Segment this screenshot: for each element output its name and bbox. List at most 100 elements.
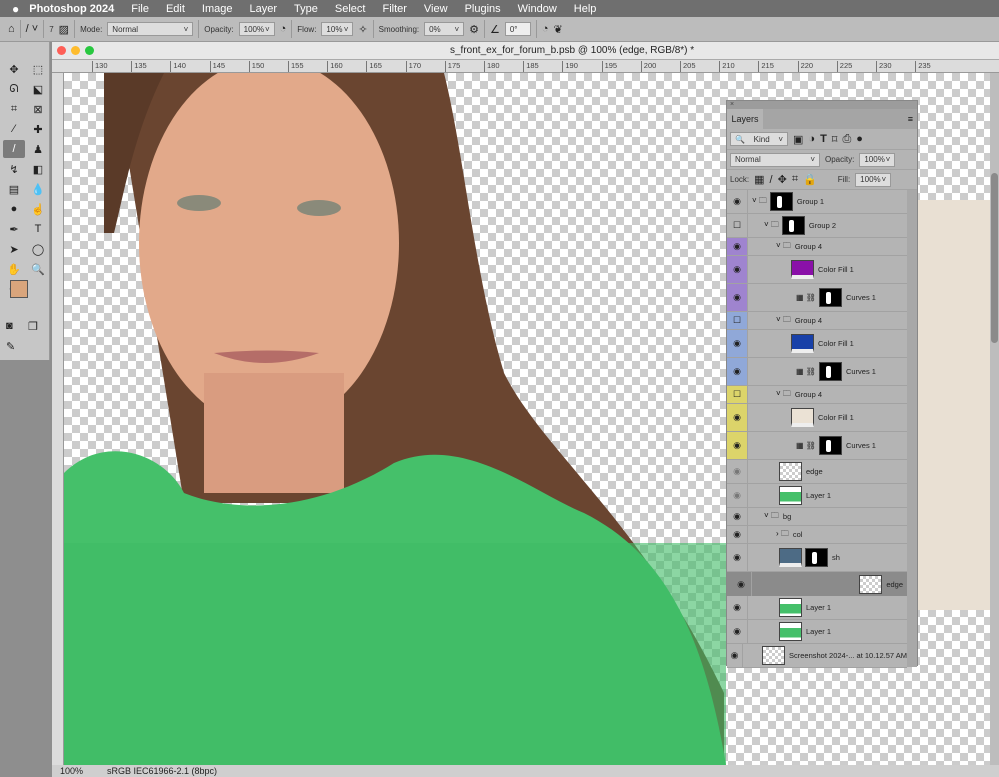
layer-row[interactable]: ☐ ˅ 🗀 Group 2 <box>727 214 907 238</box>
layer-row[interactable]: ◉ Screenshot 2024-... at 10.12.57 AM <box>727 644 907 668</box>
folder-icon[interactable]: ˅ 🗀 <box>752 195 767 209</box>
lock-position-icon[interactable]: ✥ <box>778 173 787 186</box>
layer-mask-thumbnail[interactable] <box>781 216 805 235</box>
layer-row[interactable]: ◉ Layer 1 <box>727 620 907 644</box>
layer-row[interactable]: ◉ Layer 1 <box>727 596 907 620</box>
lock-pixels-icon[interactable]: / <box>770 174 773 186</box>
vertical-ruler[interactable] <box>52 73 64 765</box>
flow-input[interactable]: 10% ˅ <box>321 22 354 36</box>
eraser-tool-icon[interactable]: ◧ <box>27 160 49 178</box>
eye-icon[interactable]: ◉ <box>731 572 752 596</box>
visibility-toggle[interactable]: ☐ <box>727 214 748 237</box>
layers-scrollbar[interactable] <box>907 190 917 667</box>
menu-view[interactable]: View <box>424 3 448 15</box>
folder-icon[interactable]: ˅ 🗀 <box>776 388 791 402</box>
layer-opacity-input[interactable]: 100% ˅ <box>859 152 896 167</box>
ellipse-tool-icon[interactable]: ◯ <box>27 240 49 258</box>
folder-icon[interactable]: ˅ 🗀 <box>764 219 779 233</box>
visibility-toggle[interactable]: ☐ <box>727 312 748 329</box>
menu-file[interactable]: File <box>131 3 149 15</box>
healing-tool-icon[interactable]: ✚ <box>27 120 49 138</box>
layer-row[interactable]: ◉ Color Fill 1 <box>727 404 907 432</box>
eye-icon[interactable]: ◉ <box>727 284 748 311</box>
menu-plugins[interactable]: Plugins <box>465 3 501 15</box>
tab-layers[interactable]: Layers <box>727 109 763 129</box>
menu-type[interactable]: Type <box>294 3 318 15</box>
edit-toolbar-icon[interactable]: ✎ <box>6 337 15 355</box>
brush-preset-icon[interactable]: / ˅ <box>26 23 39 35</box>
eye-icon[interactable]: ◉ <box>727 508 748 525</box>
eye-icon[interactable]: ◉ <box>727 620 748 643</box>
vertical-scrollbar[interactable] <box>990 73 999 765</box>
menu-window[interactable]: Window <box>518 3 557 15</box>
filter-adjustment-icon[interactable]: ◑ <box>808 133 815 145</box>
layer-row[interactable]: ◉ Color Fill 1 <box>727 330 907 358</box>
filter-shape-icon[interactable]: ⌑ <box>832 133 838 146</box>
layer-mask-thumbnail[interactable] <box>818 362 842 381</box>
visibility-toggle[interactable]: ☐ <box>727 386 748 403</box>
eye-icon[interactable]: ◉ <box>727 460 748 483</box>
close-panel-icon[interactable]: × <box>730 101 734 108</box>
layer-mask-thumbnail[interactable] <box>818 436 842 455</box>
filter-smart-object-icon[interactable]: ⎙ <box>842 133 851 146</box>
stamp-tool-icon[interactable]: ♟ <box>27 140 49 158</box>
layer-row[interactable]: ◉ ▦ ⛓ Curves 1 <box>727 358 907 386</box>
maximize-window-button[interactable] <box>85 46 94 55</box>
pressure-size-icon[interactable]: ◔ <box>542 23 549 35</box>
eye-icon[interactable]: ◉ <box>727 404 748 431</box>
layer-mask-thumbnail[interactable] <box>769 192 793 211</box>
menu-filter[interactable]: Filter <box>382 3 406 15</box>
document-tab[interactable]: s_front_ex_for_forum_b.psb @ 100% (edge,… <box>52 42 999 60</box>
layer-row[interactable]: ◉ ˅ 🗀 Group 1 <box>727 190 907 214</box>
type-tool-icon[interactable]: T <box>27 220 49 238</box>
layer-row[interactable]: ◉ sh <box>727 544 907 572</box>
brush-settings-icon[interactable]: ▨ <box>59 23 69 36</box>
filter-toggle-icon[interactable]: ● <box>856 133 863 145</box>
eye-icon[interactable]: ◉ <box>727 238 748 255</box>
layer-row[interactable]: ☐ ˅ 🗀 Group 4 <box>727 312 907 330</box>
menu-help[interactable]: Help <box>574 3 597 15</box>
pen-tool-icon[interactable]: ✒ <box>3 220 25 238</box>
layer-mask-thumbnail[interactable] <box>805 548 828 567</box>
opacity-input[interactable]: 100% ˅ <box>238 22 275 36</box>
close-window-button[interactable] <box>57 46 66 55</box>
folder-icon[interactable]: ˅ 🗀 <box>776 240 791 254</box>
angle-input[interactable]: 0° <box>504 22 531 36</box>
gear-icon[interactable]: ⚙ <box>469 23 479 36</box>
layer-row[interactable]: ☐ ˅ 🗀 Group 4 <box>727 386 907 404</box>
marquee-tool-icon[interactable]: ⬚ <box>27 60 49 78</box>
path-select-tool-icon[interactable]: ➤ <box>3 240 25 258</box>
move-tool-icon[interactable]: ✥ <box>3 60 25 78</box>
zoom-level[interactable]: 100% <box>60 765 83 777</box>
menu-select[interactable]: Select <box>335 3 366 15</box>
quick-mask-icon[interactable]: ◙ <box>6 317 13 335</box>
eye-icon[interactable]: ◉ <box>727 596 748 619</box>
history-brush-tool-icon[interactable]: ↯ <box>3 160 25 178</box>
layer-row[interactable]: ◉ ▦ ⛓ Curves 1 <box>727 432 907 460</box>
layer-row[interactable]: ◉ Color Fill 1 <box>727 256 907 284</box>
eye-icon[interactable]: ◉ <box>727 644 743 667</box>
screen-mode-icon[interactable]: ❐ <box>28 317 38 335</box>
eye-icon[interactable]: ◉ <box>727 526 748 543</box>
layer-row[interactable]: ◉ edge <box>727 460 907 484</box>
folder-icon[interactable]: › 🗀 <box>776 528 789 542</box>
scrollbar-thumb[interactable] <box>991 173 998 343</box>
menu-layer[interactable]: Layer <box>250 3 278 15</box>
lock-all-icon[interactable]: 🔒 <box>803 173 817 186</box>
airbrush-icon[interactable]: ✧ <box>358 23 367 36</box>
fill-input[interactable]: 100% ˅ <box>855 172 892 187</box>
smudge-tool-icon[interactable]: ☝ <box>27 200 49 218</box>
eye-icon[interactable]: ◉ <box>727 190 748 213</box>
menu-image[interactable]: Image <box>202 3 233 15</box>
layer-row[interactable]: ◉ Layer 1 <box>727 484 907 508</box>
frame-tool-icon[interactable]: ⊠ <box>27 100 49 118</box>
layer-row[interactable]: ◉ › 🗀 col <box>727 526 907 544</box>
eye-icon[interactable]: ◉ <box>727 484 748 507</box>
hand-tool-icon[interactable]: ✋ <box>3 260 25 278</box>
filter-pixel-icon[interactable]: ▣ <box>793 133 803 146</box>
eye-icon[interactable]: ◉ <box>727 432 748 459</box>
eye-icon[interactable]: ◉ <box>727 544 748 571</box>
symmetry-icon[interactable]: ❦ <box>554 23 563 36</box>
lock-transparent-icon[interactable]: ▦ <box>754 173 764 186</box>
zoom-tool-icon[interactable]: 🔍 <box>27 260 49 278</box>
